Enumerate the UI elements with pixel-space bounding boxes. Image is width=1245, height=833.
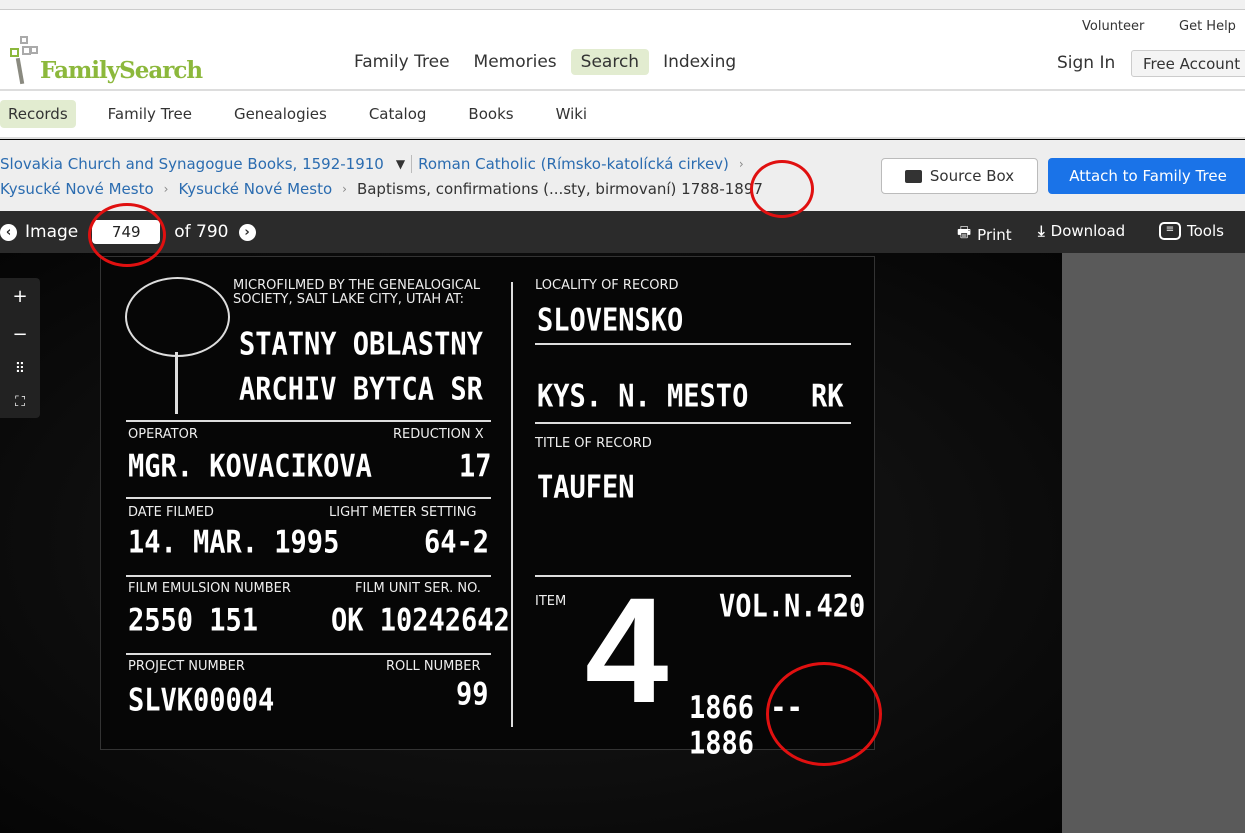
next-image-icon[interactable]: › [238,223,256,241]
breadcrumb-place1[interactable]: Kysucké Nové Mesto [0,180,154,198]
browser-bookmarks-bar [0,0,1245,10]
breadcrumb-religion[interactable]: Roman Catholic (Rímsko-katolícká cirkev) [418,155,729,173]
familysearch-logo[interactable]: FamilySearch [8,36,203,85]
breadcrumb-record: Baptisms, confirmations (...sty, birmova… [356,180,763,198]
chevron-right-icon: › [342,182,347,196]
tools-button[interactable]: ≡ Tools [1159,222,1224,240]
subnav-genealogies[interactable]: Genealogies [226,100,335,128]
printer-icon: 🖶 [957,223,972,241]
breadcrumb-place2[interactable]: Kysucké Nové Mesto [178,180,332,198]
records-subnav: Records Family Tree Genealogies Catalog … [0,89,1245,139]
sign-in-link[interactable]: Sign In [1057,53,1115,73]
subnav-family-tree[interactable]: Family Tree [100,100,200,128]
zoom-in-icon[interactable]: + [12,286,27,307]
source-box-button[interactable]: Source Box [881,158,1038,194]
annotation-circle [88,203,166,267]
nav-indexing[interactable]: Indexing [653,49,746,75]
chevron-right-icon: › [163,182,169,196]
tree-emblem-icon [125,277,230,357]
annotation-circle [750,160,814,218]
chevron-right-icon: › [738,157,744,171]
subnav-books[interactable]: Books [460,100,521,128]
nav-memories[interactable]: Memories [464,49,567,75]
subnav-wiki[interactable]: Wiki [548,100,596,128]
breadcrumb-collection[interactable]: Slovakia Church and Synagogue Books, 159… [0,155,384,173]
subnav-records[interactable]: Records [0,100,76,128]
zoom-controls: + − ⠿ ⛶ [0,278,40,418]
nav-family-tree[interactable]: Family Tree [344,49,460,75]
attach-to-family-tree-button[interactable]: Attach to Family Tree [1048,158,1245,194]
viewer-side-panel [1062,253,1245,833]
main-nav: Family Tree Memories Search Indexing [344,49,746,75]
zoom-out-icon[interactable]: − [12,324,27,345]
grid-view-icon[interactable]: ⠿ [15,361,25,377]
volunteer-link[interactable]: Volunteer [1082,19,1144,34]
download-icon: ⤓ [1038,222,1045,240]
get-help-link[interactable]: Get Help [1179,19,1236,34]
archive-box-icon [904,169,922,183]
download-button[interactable]: ⤓ Download [1038,222,1125,240]
previous-image-icon[interactable]: ‹ [0,223,17,241]
subnav-catalog[interactable]: Catalog [361,100,435,128]
breadcrumb: Slovakia Church and Synagogue Books, 159… [0,140,1245,211]
image-toolbar: ‹ Image 749 of 790 › 🖶 Print ⤓ Download ≡ T… [0,211,1245,253]
nav-search[interactable]: Search [570,49,650,75]
microfilm-target-card: MICROFILMED BY THE GENEALOGICAL SOCIETY,… [100,256,875,762]
dropdown-caret-icon[interactable]: ▼ [396,157,405,171]
sliders-icon: ≡ [1159,222,1181,240]
fullscreen-icon[interactable]: ⛶ [15,394,25,410]
site-header: FamilySearch Family Tree Memories Search… [0,10,1245,89]
tree-logo-icon [8,36,40,85]
free-account-button[interactable]: Free Account [1131,50,1245,77]
annotation-circle [766,662,882,766]
print-button[interactable]: 🖶 Print [957,222,1012,247]
